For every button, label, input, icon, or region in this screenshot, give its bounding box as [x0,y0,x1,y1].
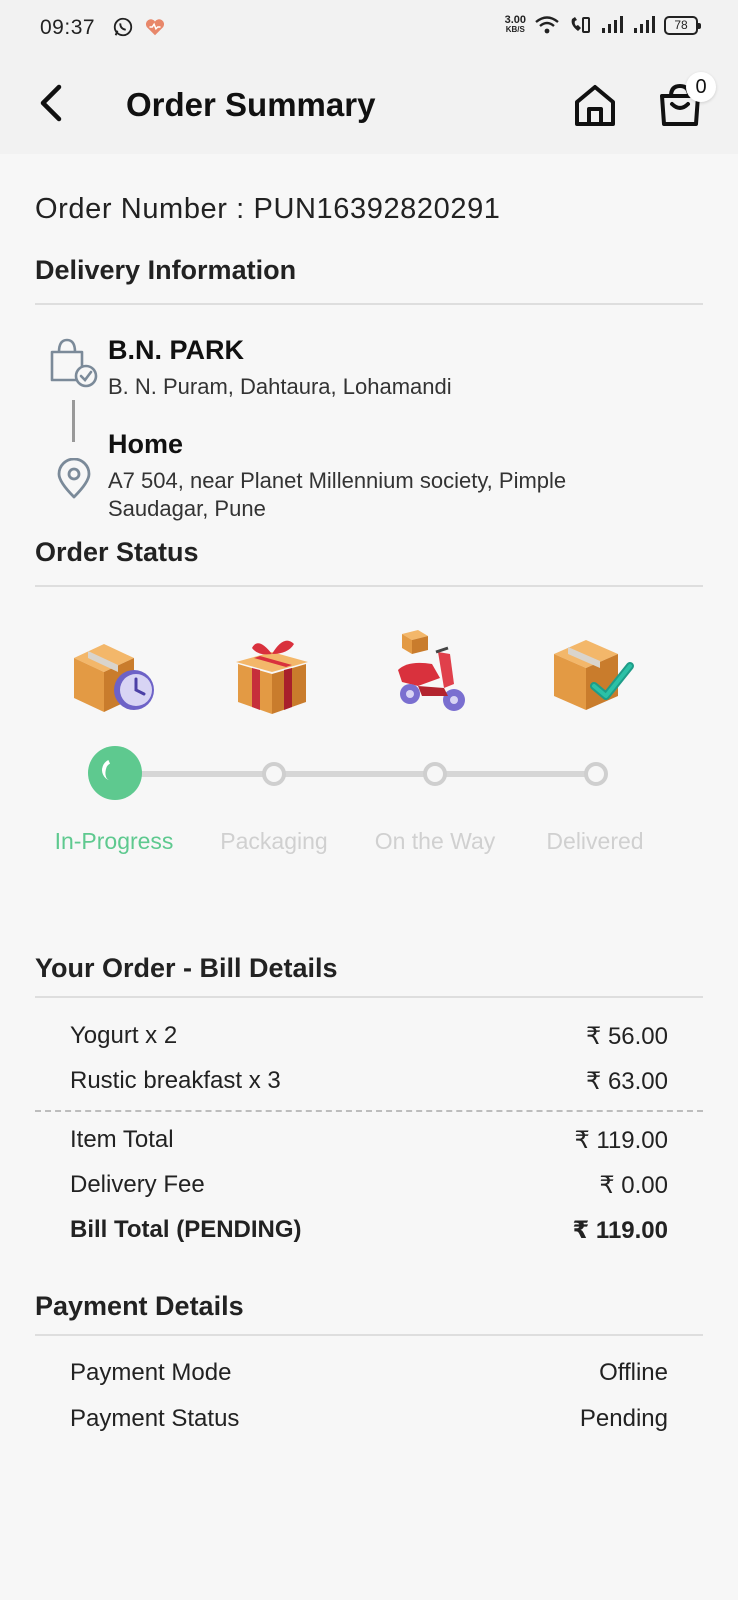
bill-total-label: Bill Total (PENDING) [70,1216,302,1243]
drop-address: A7 504, near Planet Millennium society, … [108,468,567,521]
payment-status-label: Payment Status [70,1405,240,1432]
notification-icons [112,16,166,38]
signal-icon-2 [634,16,655,33]
signal-icon [602,16,623,33]
order-number: Order Number : PUN16392820291 [35,193,501,225]
divider [35,1334,703,1336]
step-dot-delivered [584,762,608,786]
wifi-icon [535,16,559,34]
item-total-value: ₹ 119.00 [574,1127,668,1154]
cart-count-badge: 0 [686,72,716,102]
dashed-divider [35,1110,703,1112]
home-button[interactable] [572,82,618,130]
bill-item-price: ₹ 63.00 [586,1068,668,1095]
payment-details-title: Payment Details [35,1291,244,1321]
divider [35,303,703,305]
bill-item-price: ₹ 56.00 [586,1023,668,1050]
bill-total-value: ₹ 119.00 [572,1217,668,1244]
status-progress-track [114,771,596,777]
step-dot-in-progress [88,746,142,800]
delivery-scooter-icon [398,630,465,711]
box-delivered-check-icon [554,640,634,710]
delivery-fee-label: Delivery Fee [70,1171,205,1198]
volte-call-icon [571,17,590,33]
item-total-label: Item Total [70,1126,174,1153]
battery-icon: 78 [664,15,701,35]
app-bar: Order Summary [0,56,738,154]
step-label-packaging: Packaging [220,828,328,854]
home-icon [575,85,615,126]
order-status-title: Order Status [35,537,199,567]
payment-mode-value: Offline [599,1359,668,1386]
step-label-in-progress: In-Progress [54,828,174,854]
page-title: Order Summary [126,86,376,123]
status-right: 3.00 KB/S 78 [504,14,701,35]
drop-name: Home [108,429,184,459]
network-speed: 3.00 KB/S [504,14,526,35]
step-label-delivered: Delivered [546,828,644,854]
step-dot-on-the-way [423,762,447,786]
pickup-address: B. N. Puram, Dahtaura, Lohamandi [108,374,452,399]
divider [35,996,703,998]
whatsapp-icon [113,17,133,37]
health-heart-icon [145,19,165,36]
back-button[interactable] [30,78,74,128]
bill-item-name: Rustic breakfast x 3 [70,1067,281,1094]
status-bar: 09:37 3.00 KB/S 78 [0,0,738,56]
step-label-on-the-way: On the Way [374,828,496,854]
divider [35,585,703,587]
payment-mode-label: Payment Mode [70,1359,232,1386]
pickup-name: B.N. PARK [108,335,245,365]
route-connector [72,400,75,442]
location-pin-icon [57,458,91,499]
bill-details-title: Your Order - Bill Details [35,953,338,983]
box-clock-icon [74,644,154,712]
shopping-bag-check-icon [50,338,98,388]
back-arrow-icon [40,84,62,122]
gift-box-icon [236,640,308,714]
bill-item-name: Yogurt x 2 [70,1022,178,1049]
delivery-fee-value: ₹ 0.00 [599,1172,668,1199]
status-time: 09:37 [40,16,96,39]
payment-status-value: Pending [579,1405,668,1432]
delivery-info-title: Delivery Information [35,255,297,285]
step-dot-packaging [262,762,286,786]
